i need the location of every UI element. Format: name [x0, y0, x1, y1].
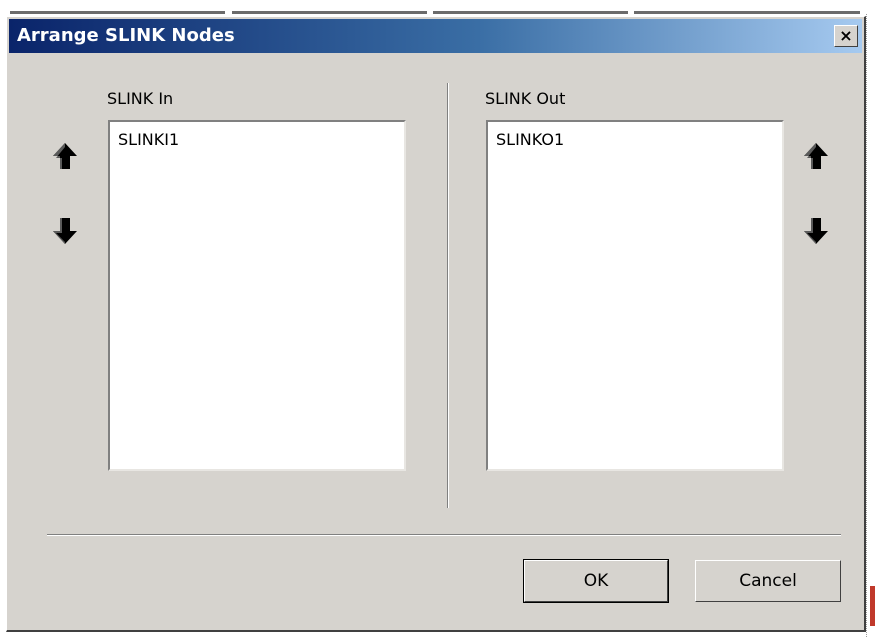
slink-in-move-up-button[interactable] — [52, 141, 78, 171]
arrow-up-icon — [53, 143, 77, 169]
arrow-down-icon — [804, 218, 828, 244]
list-item[interactable]: SLINKO1 — [496, 130, 564, 150]
vertical-divider — [447, 83, 449, 508]
background-window-right-edge — [866, 14, 875, 637]
slink-out-label: SLINK Out — [485, 89, 566, 108]
cancel-button[interactable]: Cancel — [695, 560, 841, 602]
title-bar[interactable]: Arrange SLINK Nodes × — [9, 19, 862, 53]
arrange-slink-nodes-dialog: Arrange SLINK Nodes × SLINK In SLINKI1 S… — [6, 16, 866, 632]
background-divider — [10, 11, 225, 14]
slink-out-move-down-button[interactable] — [803, 216, 829, 246]
list-item[interactable]: SLINKI1 — [118, 130, 179, 150]
slink-in-label: SLINK In — [107, 89, 174, 108]
horizontal-divider — [47, 534, 841, 536]
ok-button[interactable]: OK — [523, 559, 669, 603]
slink-out-list[interactable]: SLINKO1 — [486, 120, 784, 471]
close-button[interactable]: × — [834, 25, 858, 47]
arrow-up-icon — [804, 143, 828, 169]
arrow-down-icon — [53, 218, 77, 244]
background-divider — [634, 11, 860, 14]
dialog-title: Arrange SLINK Nodes — [17, 25, 235, 46]
background-divider — [232, 11, 427, 14]
slink-out-move-up-button[interactable] — [803, 141, 829, 171]
slink-in-move-down-button[interactable] — [52, 216, 78, 246]
background-divider — [433, 11, 628, 14]
background-window-edge — [0, 0, 875, 14]
close-icon: × — [839, 26, 853, 45]
background-red-marker — [870, 586, 875, 626]
slink-in-list[interactable]: SLINKI1 — [108, 120, 406, 471]
